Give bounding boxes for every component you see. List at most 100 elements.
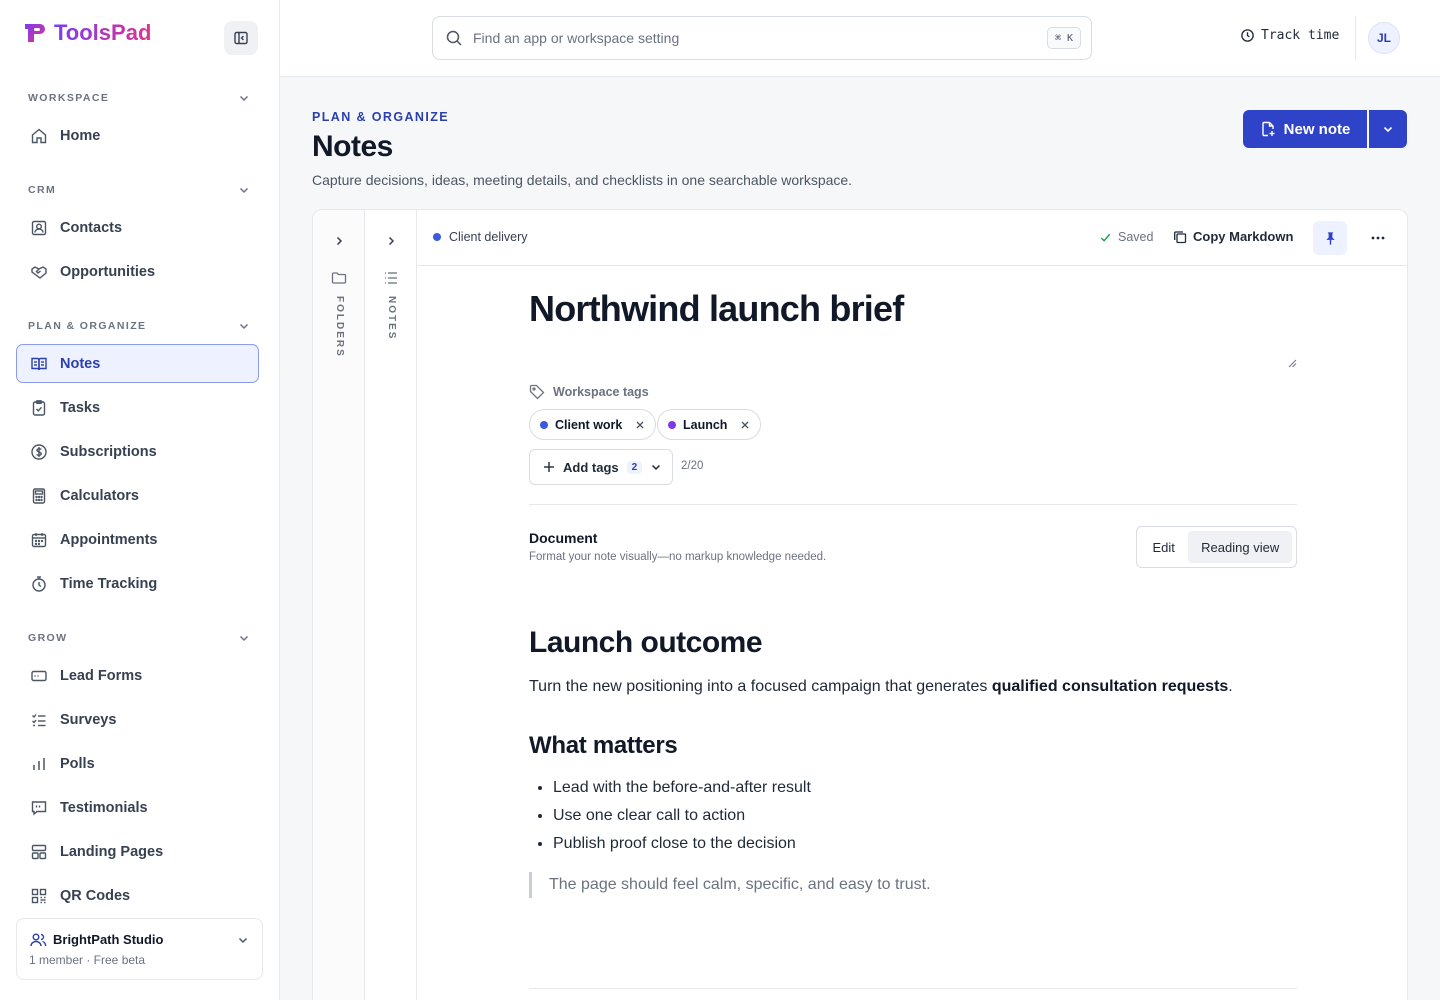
track-time-button[interactable]: Track time [1240, 28, 1339, 43]
new-note-icon [1261, 121, 1275, 137]
folder-color-dot [433, 233, 441, 241]
tag-chip[interactable]: Launch [657, 409, 762, 440]
note-editor-panel: FOLDERS NOTES Client delivery Saved Copy… [312, 209, 1408, 1000]
add-tags-button[interactable]: Add tags 2 [529, 449, 673, 485]
heading-1: Launch outcome [529, 626, 763, 659]
more-horizontal-icon [1371, 236, 1385, 240]
sidebar-item-testimonials[interactable]: Testimonials [16, 788, 259, 827]
edit-mode-button[interactable]: Edit [1141, 531, 1186, 563]
app-name: ToolsPad [54, 20, 152, 45]
note-title-input[interactable]: Northwind launch brief [529, 288, 1297, 368]
tag-icon [529, 384, 545, 400]
folders-label: FOLDERS [334, 296, 345, 358]
folder-icon [331, 272, 347, 284]
chevron-down-icon [652, 464, 661, 471]
tag-count-badge: 2 [626, 460, 643, 474]
home-icon [31, 128, 47, 143]
sidebar-item-surveys[interactable]: Surveys [16, 700, 259, 739]
divider [529, 988, 1297, 989]
chevron-down-icon [239, 635, 249, 642]
section-workspace[interactable]: WORKSPACE [28, 90, 251, 106]
sidebar-item-lead-forms[interactable]: Lead Forms [16, 656, 259, 695]
sidebar-item-qr-codes[interactable]: QR Codes [16, 876, 259, 915]
notes-rail[interactable]: NOTES [365, 210, 417, 1000]
clock-icon [1241, 29, 1254, 42]
sidebar-item-opportunities[interactable]: Opportunities [16, 252, 259, 291]
pin-note-button[interactable] [1313, 221, 1347, 255]
stopwatch-icon [32, 575, 46, 592]
folder-breadcrumb[interactable]: Client delivery [433, 230, 528, 244]
sidebar-item-home[interactable]: Home [16, 116, 259, 155]
calculator-icon [32, 487, 46, 504]
chevron-right-icon[interactable] [384, 234, 398, 248]
divider [529, 504, 1297, 505]
remove-tag-icon[interactable] [635, 420, 645, 430]
sidebar-item-appointments[interactable]: Appointments [16, 520, 259, 559]
clipboard-check-icon [32, 399, 46, 416]
calendar-icon [31, 532, 47, 547]
tag-color-dot [540, 420, 548, 429]
user-avatar[interactable]: JL [1368, 22, 1400, 54]
quote-bubble-icon [31, 800, 47, 815]
search-input[interactable] [473, 30, 1091, 46]
chevron-right-icon[interactable] [332, 234, 346, 248]
editor-toolbar: Client delivery Saved Copy Markdown [417, 210, 1407, 266]
tag-limit: 2/20 [681, 460, 704, 472]
new-note-button[interactable]: New note [1243, 110, 1367, 148]
sidebar-item-polls[interactable]: Polls [16, 744, 259, 783]
sidebar-item-subscriptions[interactable]: Subscriptions [16, 432, 259, 471]
sidebar-item-calculators[interactable]: Calculators [16, 476, 259, 515]
sidebar-item-tasks[interactable]: Tasks [16, 388, 259, 427]
tag-chip[interactable]: Client work [529, 409, 657, 440]
top-bar: ⌘ K Track time JL [280, 0, 1440, 77]
sidebar: ToolsPad WORKSPACE Home CRM Contacts Opp… [0, 0, 280, 1000]
view-mode-toggle: Edit Reading view [1136, 526, 1297, 568]
section-crm[interactable]: CRM [28, 182, 251, 198]
workspace-name: BrightPath Studio [53, 932, 164, 947]
new-note-menu-button[interactable] [1369, 110, 1407, 148]
section-grow[interactable]: GROW [28, 630, 251, 646]
sidebar-item-notes[interactable]: Notes [16, 344, 259, 383]
notes-label: NOTES [386, 296, 397, 341]
document-label: Document [529, 530, 598, 546]
collapse-sidebar-button[interactable] [224, 21, 258, 55]
plus-icon [544, 462, 554, 472]
keyboard-shortcut: ⌘ K [1046, 27, 1081, 49]
folders-rail[interactable]: FOLDERS [313, 210, 365, 1000]
bold-text: qualified consultation requests [991, 678, 1229, 695]
workspace-switcher[interactable]: BrightPath Studio 1 member · Free beta [16, 918, 263, 980]
chevron-down-icon [238, 937, 248, 944]
layout-icon [31, 844, 47, 859]
notes-icon [31, 357, 47, 370]
tag-color-dot [668, 420, 676, 429]
check-icon [1100, 233, 1111, 242]
blockquote: The page should feel calm, specific, and… [529, 872, 1297, 898]
resize-handle-icon[interactable] [1287, 358, 1297, 368]
logo-icon [25, 24, 45, 42]
bar-chart-icon [33, 757, 45, 770]
section-plan-organize[interactable]: PLAN & ORGANIZE [28, 318, 251, 334]
app-logo[interactable]: ToolsPad [22, 20, 151, 46]
paragraph: Turn the new positioning into a focused … [529, 678, 1233, 695]
dollar-circle-icon [31, 443, 47, 460]
search-box[interactable]: ⌘ K [432, 16, 1092, 60]
search-icon [446, 30, 462, 46]
sidebar-item-time-tracking[interactable]: Time Tracking [16, 564, 259, 603]
checklist-icon [32, 713, 46, 726]
copy-markdown-button[interactable]: Copy Markdown [1173, 229, 1293, 244]
list-icon [385, 272, 397, 284]
form-icon [31, 670, 47, 681]
document-description: Format your note visually—no markup know… [529, 551, 827, 563]
sidebar-item-contacts[interactable]: Contacts [16, 208, 259, 247]
copy-icon [1174, 230, 1187, 243]
more-options-button[interactable] [1361, 221, 1395, 255]
sidebar-item-landing-pages[interactable]: Landing Pages [16, 832, 259, 871]
handshake-icon [31, 265, 47, 279]
reading-view-button[interactable]: Reading view [1188, 531, 1292, 563]
chevron-down-icon [239, 95, 249, 102]
remove-tag-icon[interactable] [740, 420, 750, 430]
workspace-meta: 1 member · Free beta [29, 953, 146, 967]
chevron-down-icon [239, 323, 249, 330]
bullet-list: Lead with the before-and-after result Us… [529, 774, 1297, 858]
note-body[interactable]: Launch outcome Turn the new positioning … [529, 626, 1297, 898]
